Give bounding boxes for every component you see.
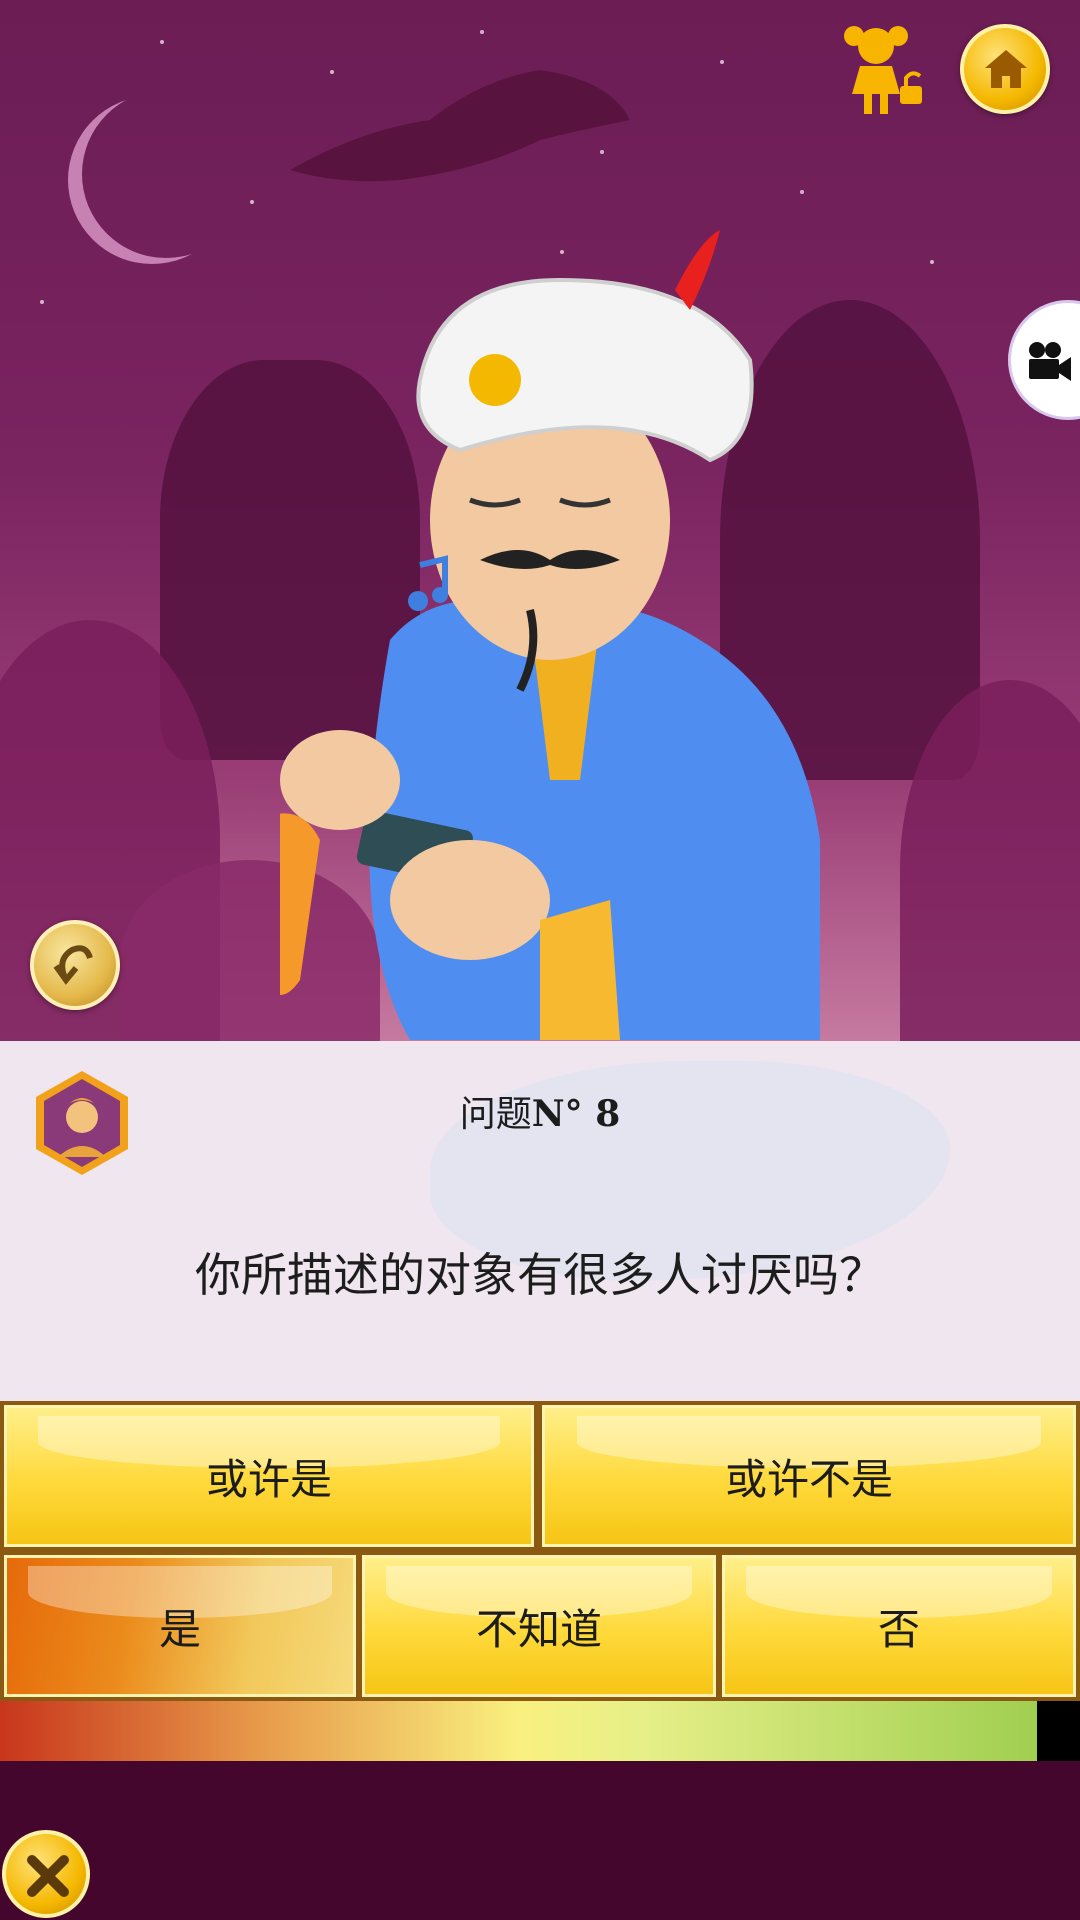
undo-arrow-icon	[53, 945, 93, 985]
close-x-icon	[27, 1855, 69, 1897]
answer-no-button[interactable]: 否	[722, 1555, 1076, 1697]
star	[480, 30, 484, 34]
answer-probably-not-button[interactable]: 或许不是	[542, 1405, 1076, 1547]
answer-label: 或许不是	[724, 1454, 893, 1504]
undo-button[interactable]	[30, 920, 120, 1010]
question-number-prefix: N°	[531, 1093, 596, 1135]
home-icon	[985, 50, 1027, 88]
answer-yes-button[interactable]: 是	[4, 1555, 356, 1697]
question-text: 你所描述的对象有很多人讨厌吗？	[195, 1248, 885, 1302]
star	[40, 300, 44, 304]
star	[250, 200, 254, 204]
answer-label: 是	[158, 1604, 201, 1654]
star	[800, 190, 804, 194]
answer-label: 不知道	[475, 1604, 602, 1654]
question-number-value: 8	[595, 1093, 621, 1135]
girl-lock-icon	[844, 26, 922, 114]
answer-label: 或许是	[205, 1454, 332, 1504]
kid-mode-button[interactable]	[836, 22, 932, 116]
answer-probably-button[interactable]: 或许是	[4, 1405, 534, 1547]
flying-figure-silhouette	[290, 70, 630, 182]
bottom-area	[0, 1761, 1080, 1920]
music-note-icon	[408, 555, 448, 611]
close-button[interactable]	[2, 1830, 90, 1918]
home-button[interactable]	[960, 24, 1050, 114]
star	[160, 40, 164, 44]
akinator-genie	[280, 230, 820, 1040]
video-camera-icon	[1029, 342, 1071, 381]
answer-label: 否	[877, 1604, 920, 1654]
progress-fill	[0, 1701, 1037, 1761]
question-number: 问题N° 8	[0, 1085, 1080, 1137]
answer-grid: 或许是 或许不是 是 不知道 否	[0, 1401, 1080, 1701]
progress-bar	[0, 1701, 1080, 1761]
question-label: 问题	[459, 1094, 532, 1135]
question-panel: 问题N° 8 你所描述的对象有很多人讨厌吗？	[0, 1041, 1080, 1401]
game-scene	[0, 0, 1080, 1041]
star	[930, 260, 934, 264]
star	[720, 60, 724, 64]
answer-dont-know-button[interactable]: 不知道	[362, 1555, 716, 1697]
crescent-moon	[68, 96, 236, 264]
